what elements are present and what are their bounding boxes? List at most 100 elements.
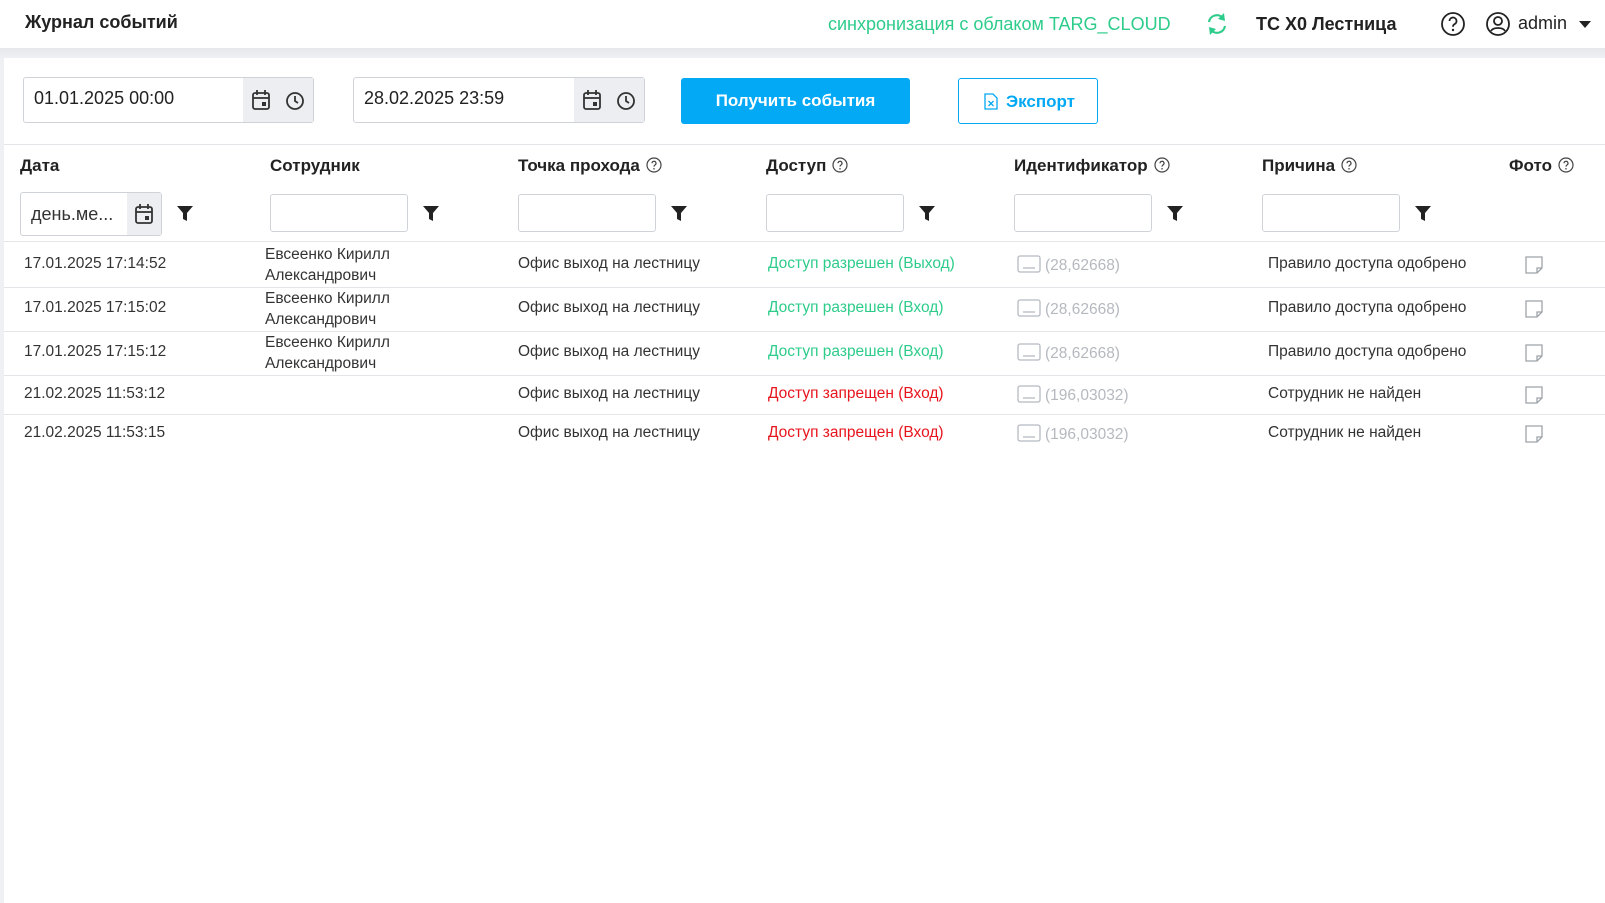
- access-status: Доступ запрещен (Вход): [768, 423, 944, 441]
- employee-name: Евсеенко Кирилл Александрович: [265, 244, 390, 286]
- access-status: Доступ запрещен (Вход): [768, 384, 944, 402]
- column-header-reason[interactable]: Причина: [1262, 156, 1357, 176]
- filter-icon[interactable]: [177, 205, 193, 222]
- identifier-value: (28,62668): [1045, 345, 1120, 362]
- page-title: Журнал событий: [25, 12, 178, 32]
- access-status: Доступ разрешен (Вход): [768, 343, 944, 360]
- photo-icon[interactable]: [1524, 343, 1544, 363]
- filter-icon[interactable]: [423, 205, 439, 222]
- help-icon[interactable]: [832, 157, 849, 173]
- table-row[interactable]: 17.01.2025 17:15:12 Евсеенко Кирилл Алекса…: [4, 331, 1605, 375]
- identifier[interactable]: (28,62668): [1017, 343, 1120, 363]
- identifier-filter-input[interactable]: [1014, 194, 1152, 232]
- column-label: Дата: [20, 156, 60, 175]
- photo-icon[interactable]: [1524, 299, 1544, 319]
- reason-filter-input[interactable]: [1262, 194, 1400, 232]
- column-label: Идентификатор: [1014, 156, 1148, 175]
- reason: Сотрудник не найден: [1268, 423, 1422, 441]
- table-row[interactable]: 21.02.2025 11:53:15 Офис выход на лестниц…: [4, 414, 1605, 453]
- date-to-field[interactable]: 28.02.2025 23:59: [353, 77, 645, 123]
- employee-name-line: Александрович: [265, 267, 377, 284]
- column-header-photo[interactable]: Фото: [1509, 156, 1574, 176]
- help-icon[interactable]: [1341, 157, 1357, 173]
- table-row[interactable]: 21.02.2025 11:53:12 Офис выход на лестниц…: [4, 375, 1605, 414]
- photo-icon[interactable]: [1524, 385, 1544, 405]
- user-avatar-icon[interactable]: [1485, 11, 1511, 37]
- access-point-filter-input[interactable]: [518, 194, 656, 232]
- header-row-divider: [4, 241, 1605, 242]
- chevron-down-icon[interactable]: [1578, 19, 1592, 29]
- column-header-date[interactable]: Дата: [20, 156, 59, 176]
- date-from-value[interactable]: 01.01.2025 00:00: [34, 88, 174, 109]
- identifier[interactable]: (28,62668): [1017, 299, 1120, 319]
- employee-name-line: Александрович: [265, 311, 377, 328]
- date-filter-field[interactable]: день.ме...: [20, 192, 162, 236]
- calendar-icon[interactable]: [251, 89, 271, 111]
- event-date: 21.02.2025 11:53:15: [24, 423, 166, 441]
- help-icon[interactable]: [646, 157, 662, 173]
- employee-name: Евсеенко Кирилл Александрович: [265, 332, 390, 374]
- calendar-icon: [135, 204, 153, 224]
- column-header-identifier[interactable]: Идентификатор: [1014, 156, 1170, 176]
- date-to-buttons: [574, 78, 644, 122]
- identifier[interactable]: (28,62668): [1017, 255, 1120, 275]
- toolbar-divider: [4, 144, 1605, 145]
- photo-icon[interactable]: [1524, 255, 1544, 275]
- sync-icon[interactable]: [1202, 9, 1232, 39]
- left-border: [0, 58, 4, 903]
- column-label: Сотрудник: [270, 156, 360, 175]
- identifier-value: (28,62668): [1045, 301, 1120, 318]
- card-icon: [1017, 343, 1041, 362]
- date-from-buttons: [243, 78, 313, 122]
- employee-name-line: Евсеенко Кирилл: [265, 334, 390, 351]
- top-header: Журнал событий синхронизация с облаком T…: [0, 0, 1605, 48]
- excel-file-icon: [984, 93, 998, 110]
- event-date: 21.02.2025 11:53:12: [24, 384, 166, 402]
- access-point: Офис выход на лестницу: [518, 255, 700, 272]
- access-filter-input[interactable]: [766, 194, 904, 232]
- help-icon[interactable]: [1154, 157, 1170, 173]
- cloud-sync-label: синхронизация с облаком TARG_CLOUD: [828, 14, 1171, 34]
- access-point: Офис выход на лестницу: [518, 423, 700, 441]
- photo-icon[interactable]: [1524, 424, 1544, 444]
- table-row[interactable]: 17.01.2025 17:14:52 Евсеенко Кирилл Алекса…: [4, 243, 1605, 287]
- date-filter-value[interactable]: день.ме...: [31, 204, 113, 225]
- event-date: 17.01.2025 17:15:12: [24, 343, 167, 360]
- identifier[interactable]: (196,03032): [1017, 424, 1129, 444]
- access-point: Офис выход на лестницу: [518, 343, 700, 360]
- access-point: Офис выход на лестницу: [518, 384, 700, 402]
- header-divider: [0, 48, 1605, 58]
- export-button[interactable]: Экспорт: [958, 78, 1098, 124]
- help-icon[interactable]: [1558, 157, 1574, 173]
- column-label: Точка прохода: [518, 156, 640, 175]
- identifier-value: (196,03032): [1045, 386, 1129, 404]
- clock-icon[interactable]: [285, 91, 305, 111]
- table-row[interactable]: 17.01.2025 17:15:02 Евсеенко Кирилл Алекса…: [4, 287, 1605, 331]
- card-icon: [1017, 424, 1041, 442]
- employee-filter-input[interactable]: [270, 194, 408, 232]
- event-date: 17.01.2025 17:14:52: [24, 255, 167, 272]
- filter-icon[interactable]: [919, 205, 935, 222]
- access-status: Доступ разрешен (Вход): [768, 299, 944, 316]
- identifier[interactable]: (196,03032): [1017, 385, 1129, 405]
- filter-icon[interactable]: [671, 205, 687, 222]
- card-icon: [1017, 385, 1041, 403]
- clock-icon[interactable]: [616, 91, 636, 111]
- column-header-access-point[interactable]: Точка прохода: [518, 156, 662, 176]
- filter-icon[interactable]: [1167, 205, 1183, 222]
- calendar-icon[interactable]: [582, 89, 602, 111]
- filter-icon[interactable]: [1415, 205, 1431, 222]
- column-header-employee[interactable]: Сотрудник: [270, 156, 360, 176]
- date-filter-button[interactable]: [127, 193, 161, 235]
- date-to-value[interactable]: 28.02.2025 23:59: [364, 88, 504, 109]
- column-header-access[interactable]: Доступ: [766, 156, 849, 176]
- user-name[interactable]: admin: [1518, 13, 1567, 34]
- access-status: Доступ разрешен (Выход): [768, 255, 955, 272]
- date-from-field[interactable]: 01.01.2025 00:00: [23, 77, 314, 123]
- help-icon[interactable]: [1440, 11, 1466, 37]
- identifier-value: (196,03032): [1045, 425, 1129, 443]
- get-events-button[interactable]: Получить события: [681, 78, 910, 124]
- employee-name-line: Евсеенко Кирилл: [265, 246, 390, 263]
- reason: Правило доступа одобрено: [1268, 255, 1467, 272]
- device-name[interactable]: ТС Х0 Лестница: [1256, 14, 1396, 35]
